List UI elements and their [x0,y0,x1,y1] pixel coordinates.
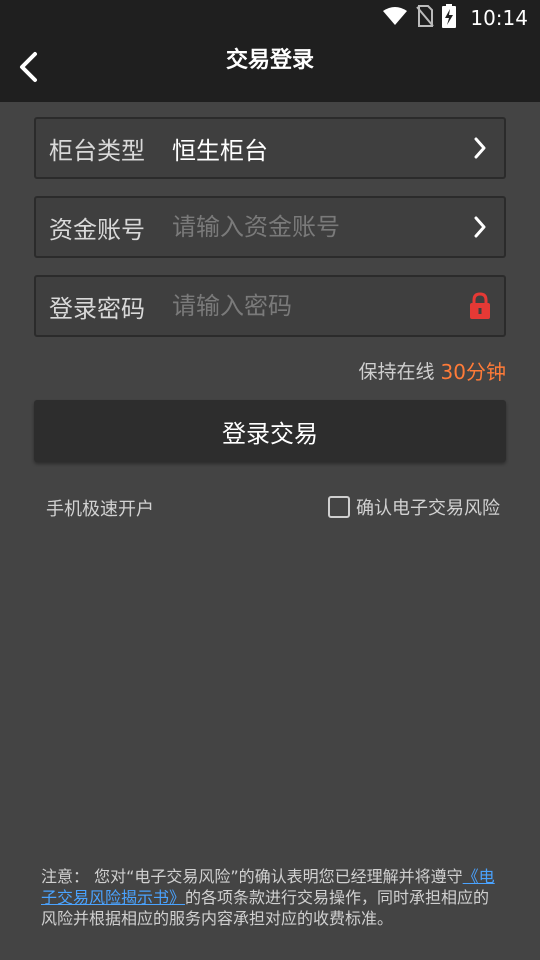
open-account-link[interactable]: 手机极速开户 [46,495,154,521]
account-field: 资金账号 [34,196,506,258]
counter-type-field[interactable]: 柜台类型 恒生柜台 [34,117,506,179]
counter-type-label: 柜台类型 [49,136,145,165]
password-input[interactable] [172,286,462,326]
no-sim-icon [416,5,435,31]
risk-confirm-checkbox[interactable] [328,496,350,518]
login-button[interactable]: 登录交易 [34,400,506,462]
app-bar: 交易登录 [0,36,540,102]
status-icons: 10:14 [382,0,528,36]
password-label: 登录密码 [49,294,145,323]
password-field: 登录密码 [34,275,506,337]
wifi-icon [382,6,408,30]
battery-charging-icon [442,4,457,32]
risk-confirm-label: 确认电子交易风险 [356,498,500,519]
status-time: 10:14 [470,6,528,30]
risk-notice: 注意： 您对“电子交易风险”的确认表明您已经理解并将遵守《电子交易风险揭示书》的… [41,866,501,929]
lock-icon [466,277,494,335]
account-label: 资金账号 [49,215,145,244]
chevron-right-icon [466,119,494,177]
risk-confirm-row[interactable]: 确认电子交易风险 [328,494,500,520]
notice-prefix: 注意： 您对“电子交易风险”的确认表明您已经理解并将遵守 [41,867,463,886]
keep-online-duration[interactable]: 30分钟 [441,356,506,385]
chevron-right-icon[interactable] [466,198,494,256]
status-bar: 10:14 [0,0,540,36]
counter-type-value: 恒生柜台 [172,136,268,165]
keep-online-label: 保持在线 [358,360,435,383]
page-title: 交易登录 [225,48,314,73]
keep-online-row[interactable]: 保持在线 30分钟 [359,355,506,385]
account-input[interactable] [172,207,462,247]
